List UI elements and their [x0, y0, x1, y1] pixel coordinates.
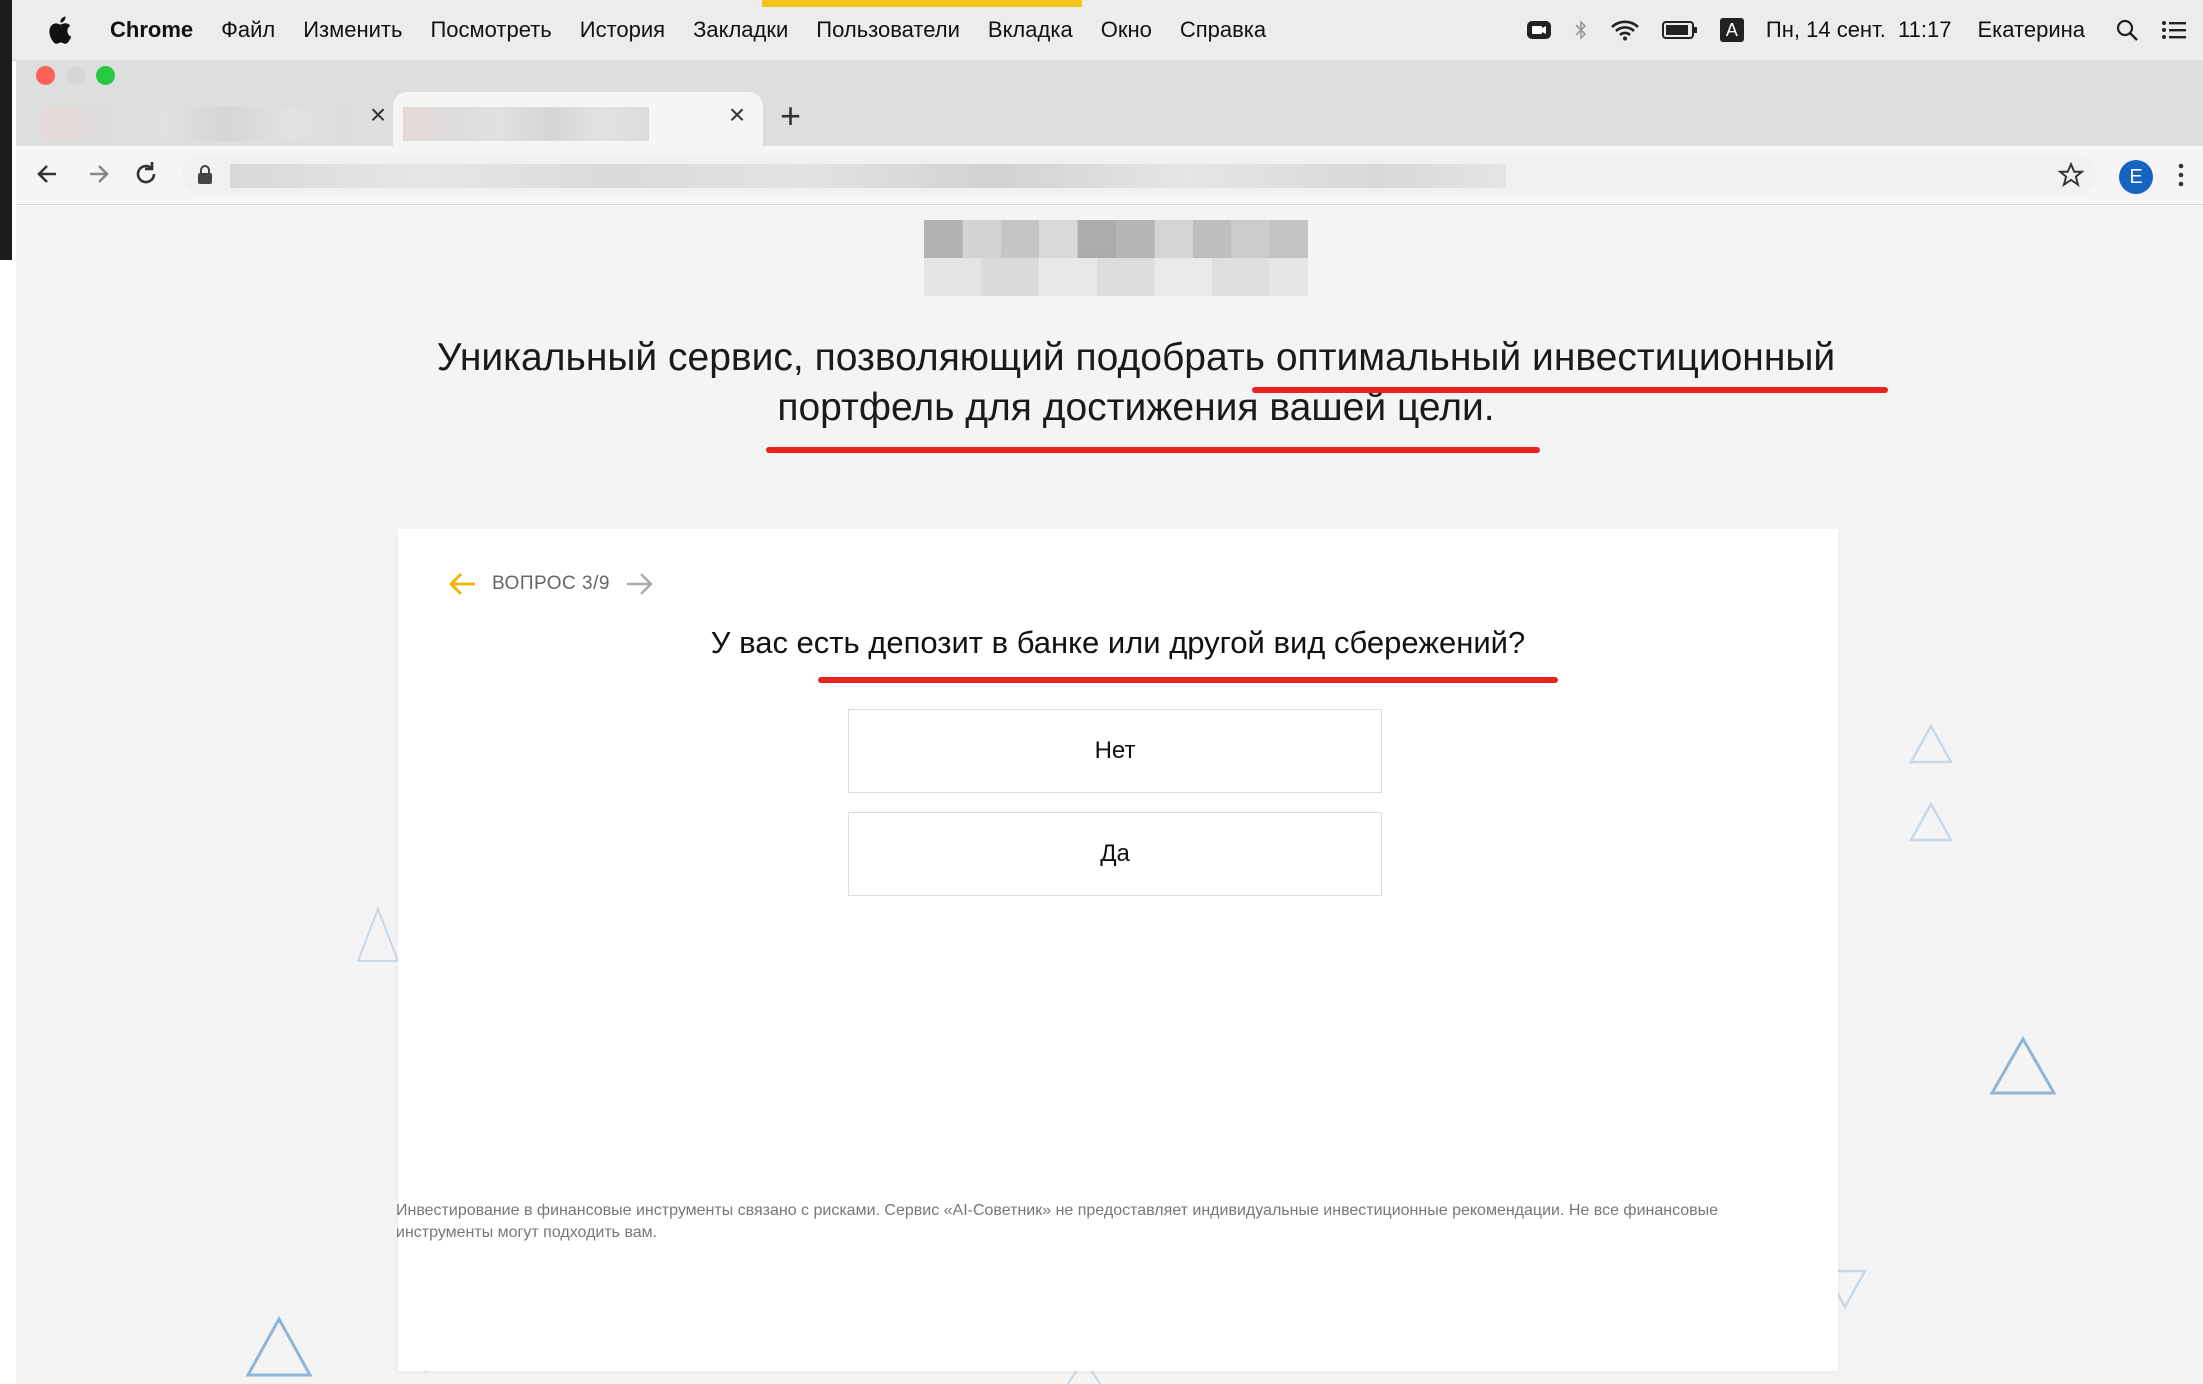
- menu-tab[interactable]: Вкладка: [988, 17, 1073, 43]
- profile-avatar[interactable]: E: [2119, 160, 2153, 194]
- reload-icon[interactable]: [128, 156, 164, 192]
- battery-icon[interactable]: [1661, 20, 1698, 40]
- input-source-badge[interactable]: A: [1719, 18, 1744, 42]
- bluetooth-icon[interactable]: [1574, 18, 1588, 42]
- annotation-underline: [818, 677, 1558, 683]
- menu-view[interactable]: Посмотреть: [430, 17, 551, 43]
- menu-bar-status-area: A Пн, 14 сент. 11:17 Екатерина: [1504, 0, 2187, 60]
- answer-option-no[interactable]: Нет: [848, 709, 1382, 793]
- tab-strip: × × +: [16, 60, 2203, 146]
- menu-window[interactable]: Окно: [1101, 17, 1152, 43]
- tab-inactive[interactable]: ×: [34, 92, 404, 146]
- close-window-button[interactable]: [36, 66, 55, 85]
- risk-disclaimer: Инвестирование в финансовые инструменты …: [396, 1202, 1719, 1241]
- macos-menu-bar: Chrome Файл Изменить Посмотреть История …: [0, 0, 2203, 61]
- browser-window: × × + E Уникальный сервис, позволяющий п…: [16, 60, 2203, 1384]
- annotation-underline: [1252, 387, 1888, 393]
- browser-toolbar: E: [16, 146, 2203, 205]
- tab-title-blurred: [403, 107, 649, 141]
- headline-line-1: Уникальный сервис, позволяющий подобрать…: [436, 336, 1836, 379]
- window-edge-dark: [0, 0, 12, 260]
- menu-app-name[interactable]: Chrome: [110, 17, 193, 43]
- question-text: У вас есть депозит в банке или другой ви…: [710, 625, 1526, 660]
- new-tab-button[interactable]: +: [780, 96, 801, 136]
- tab-close-icon[interactable]: ×: [364, 101, 392, 129]
- page-headline: Уникальный сервис, позволяющий подобрать…: [286, 333, 1986, 433]
- spotlight-search-icon[interactable]: [2115, 18, 2139, 42]
- triangle-decoration-icon: [245, 1315, 313, 1377]
- zoom-window-button[interactable]: [96, 66, 115, 85]
- url-text-blurred: [230, 164, 1506, 188]
- lock-icon[interactable]: [196, 165, 214, 185]
- more-menu-icon[interactable]: [2176, 160, 2186, 190]
- menu-file[interactable]: Файл: [221, 17, 275, 43]
- triangle-decoration-icon: [1908, 801, 1954, 842]
- answer-option-yes[interactable]: Да: [848, 812, 1382, 896]
- tab-close-icon[interactable]: ×: [723, 101, 751, 129]
- menu-help[interactable]: Справка: [1180, 17, 1266, 43]
- video-camera-icon[interactable]: [1526, 19, 1552, 41]
- triangle-decoration-icon: [1989, 1035, 2057, 1095]
- question-counter: ВОПРОС 3/9: [492, 573, 610, 594]
- apple-icon[interactable]: [44, 13, 78, 47]
- menu-people[interactable]: Пользователи: [816, 17, 960, 43]
- triangle-decoration-icon: [356, 906, 400, 962]
- next-question-arrow-icon[interactable]: [624, 571, 654, 597]
- wifi-icon[interactable]: [1610, 19, 1640, 41]
- back-arrow-icon[interactable]: [30, 156, 66, 192]
- question-navigation: ВОПРОС 3/9: [448, 567, 654, 601]
- menu-bar-clock[interactable]: Пн, 14 сент. 11:17: [1766, 17, 1952, 43]
- quiz-card: ВОПРОС 3/9 У вас есть депозит в банке ил…: [398, 529, 1838, 1371]
- tab-title-blurred: [44, 107, 350, 141]
- triangle-decoration-icon: [1908, 723, 1954, 764]
- bookmark-star-icon[interactable]: [2058, 162, 2084, 188]
- minimize-window-button[interactable]: [66, 66, 85, 85]
- site-logo-blurred: [924, 220, 1308, 296]
- menu-bar-user[interactable]: Екатерина: [1977, 17, 2085, 43]
- yellow-strip: [762, 0, 1082, 7]
- menu-edit[interactable]: Изменить: [303, 17, 402, 43]
- annotation-underline: [766, 447, 1540, 453]
- menu-bookmarks[interactable]: Закладки: [693, 17, 788, 43]
- forward-arrow-icon[interactable]: [80, 156, 116, 192]
- address-bar[interactable]: [182, 154, 2096, 196]
- previous-question-arrow-icon[interactable]: [448, 571, 478, 597]
- tab-active[interactable]: ×: [393, 92, 763, 146]
- menu-history[interactable]: История: [580, 17, 665, 43]
- notification-center-icon[interactable]: [2161, 19, 2187, 41]
